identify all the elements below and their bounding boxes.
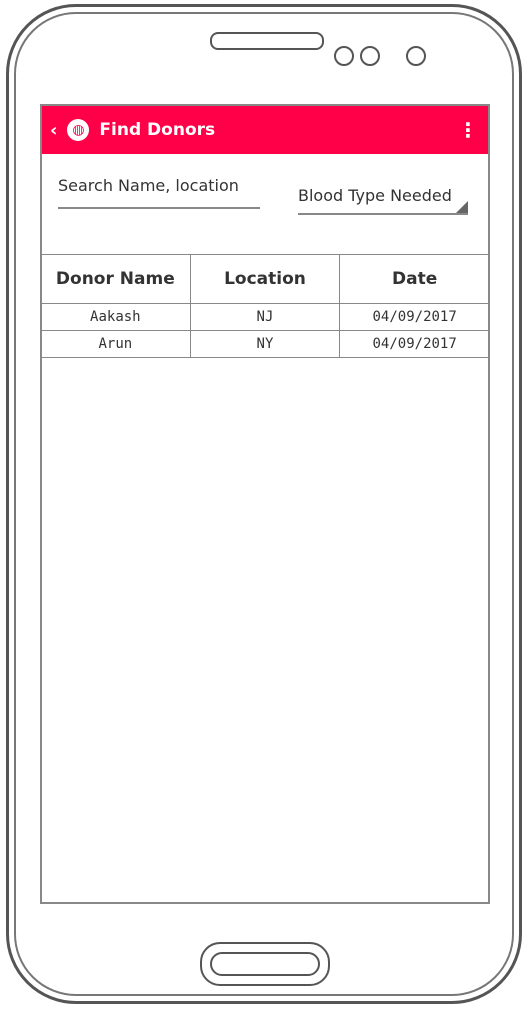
back-icon[interactable]: ‹ — [50, 120, 57, 141]
sensor — [334, 46, 354, 66]
camera — [406, 46, 426, 66]
screen: ‹ ◍ Find Donors ⋮ Search Name, location … — [40, 104, 490, 904]
table-row[interactable]: Aakash NJ 04/09/2017 — [42, 303, 488, 331]
cell-location: NJ — [189, 303, 341, 331]
search-input[interactable]: Search Name, location — [58, 176, 260, 209]
donor-table: Donor Name Location Date Aakash NJ 04/09… — [42, 254, 488, 358]
table-row[interactable]: Arun NY 04/09/2017 — [42, 330, 488, 358]
more-menu-icon[interactable]: ⋮ — [458, 118, 478, 142]
home-button[interactable] — [200, 942, 330, 986]
table-header: Donor Name Location Date — [42, 254, 488, 304]
header-location[interactable]: Location — [189, 254, 341, 304]
page-title: Find Donors — [99, 120, 216, 140]
sensor — [360, 46, 380, 66]
blood-type-select[interactable]: Blood Type Needed — [298, 186, 468, 215]
cell-date: 04/09/2017 — [339, 303, 488, 331]
cell-name: Aakash — [42, 303, 191, 331]
header-donor-name[interactable]: Donor Name — [42, 254, 191, 304]
header-date[interactable]: Date — [339, 254, 488, 304]
app-bar: ‹ ◍ Find Donors ⋮ — [42, 106, 488, 154]
cell-location: NY — [189, 330, 341, 358]
cell-name: Arun — [42, 330, 191, 358]
cell-date: 04/09/2017 — [339, 330, 488, 358]
globe-icon: ◍ — [67, 119, 90, 141]
speaker — [210, 32, 324, 50]
